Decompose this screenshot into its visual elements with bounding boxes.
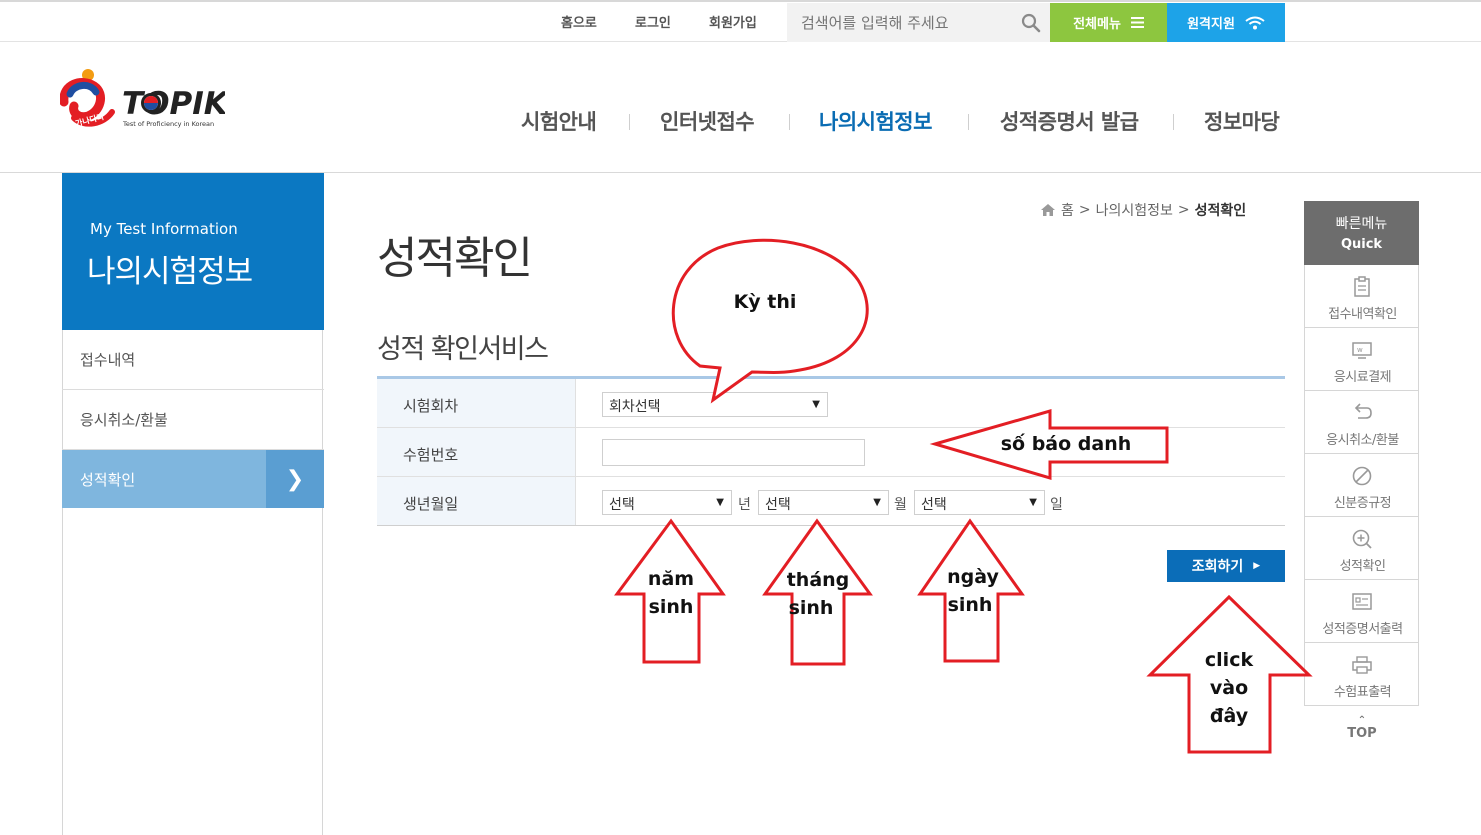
day-annotation: ngày sinh xyxy=(931,563,1015,619)
click-here-annotation: click vào đây xyxy=(1189,646,1269,730)
month-annotation-line2: sinh xyxy=(788,597,834,619)
click-annotation-line2: vào xyxy=(1209,677,1249,699)
bubble-label: Kỳ thi xyxy=(733,291,797,313)
month-annotation: tháng sinh xyxy=(776,566,860,622)
day-annotation-line1: ngày xyxy=(947,566,999,588)
click-annotation-line1: click xyxy=(1204,649,1254,671)
year-annotation-line2: sinh xyxy=(648,596,694,618)
year-annotation-line1: năm xyxy=(647,568,695,590)
day-annotation-line2: sinh xyxy=(947,594,993,616)
speech-bubble-shape xyxy=(671,238,869,404)
click-annotation-line3: đây xyxy=(1209,705,1249,727)
month-annotation-line1: tháng xyxy=(786,569,850,591)
exam-number-annotation: số báo danh xyxy=(1000,433,1132,455)
year-annotation: năm sinh xyxy=(631,565,711,621)
